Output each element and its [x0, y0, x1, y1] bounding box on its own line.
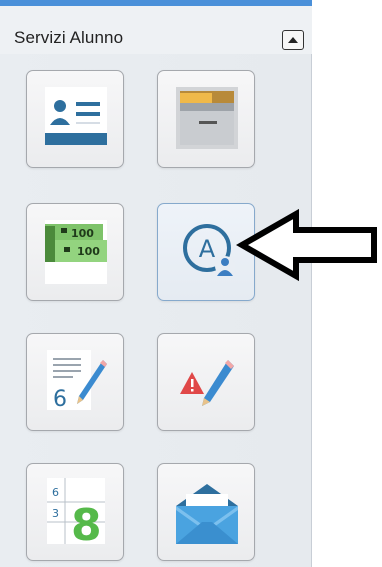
- note-top-label: 100: [71, 227, 94, 240]
- document-archive-icon: [176, 87, 238, 149]
- timetable-big-digit: 8: [71, 500, 102, 551]
- messages-envelope-icon: [176, 484, 238, 544]
- student-card-icon: [45, 87, 107, 145]
- absences-letter: A: [199, 235, 216, 263]
- note-bottom-label: 100: [77, 245, 100, 258]
- grade-digit: 6: [53, 387, 67, 412]
- timetable-icon: 6 3 8: [47, 478, 105, 551]
- pointer-arrow: [236, 208, 377, 282]
- timetable-small-top: 6: [52, 486, 59, 499]
- disciplinary-notes-icon: [180, 360, 234, 406]
- tile-disciplinary-notes[interactable]: [157, 333, 255, 431]
- payments-banknotes-icon: 100 100: [45, 220, 107, 284]
- collapse-button[interactable]: [282, 30, 304, 50]
- tile-timetable[interactable]: 6 3 8: [26, 463, 124, 561]
- panel-title: Servizi Alunno: [14, 28, 124, 47]
- tile-student-card[interactable]: [26, 70, 124, 168]
- tile-payments[interactable]: 100 100: [26, 203, 124, 301]
- grades-edit-icon: 6: [47, 350, 107, 412]
- tile-document-archive[interactable]: [157, 70, 255, 168]
- collapse-up-icon: [288, 37, 298, 43]
- tile-messages[interactable]: [157, 463, 255, 561]
- timetable-small-bottom: 3: [52, 507, 59, 520]
- panel-header: Servizi Alunno: [0, 6, 312, 54]
- tile-grades[interactable]: 6: [26, 333, 124, 431]
